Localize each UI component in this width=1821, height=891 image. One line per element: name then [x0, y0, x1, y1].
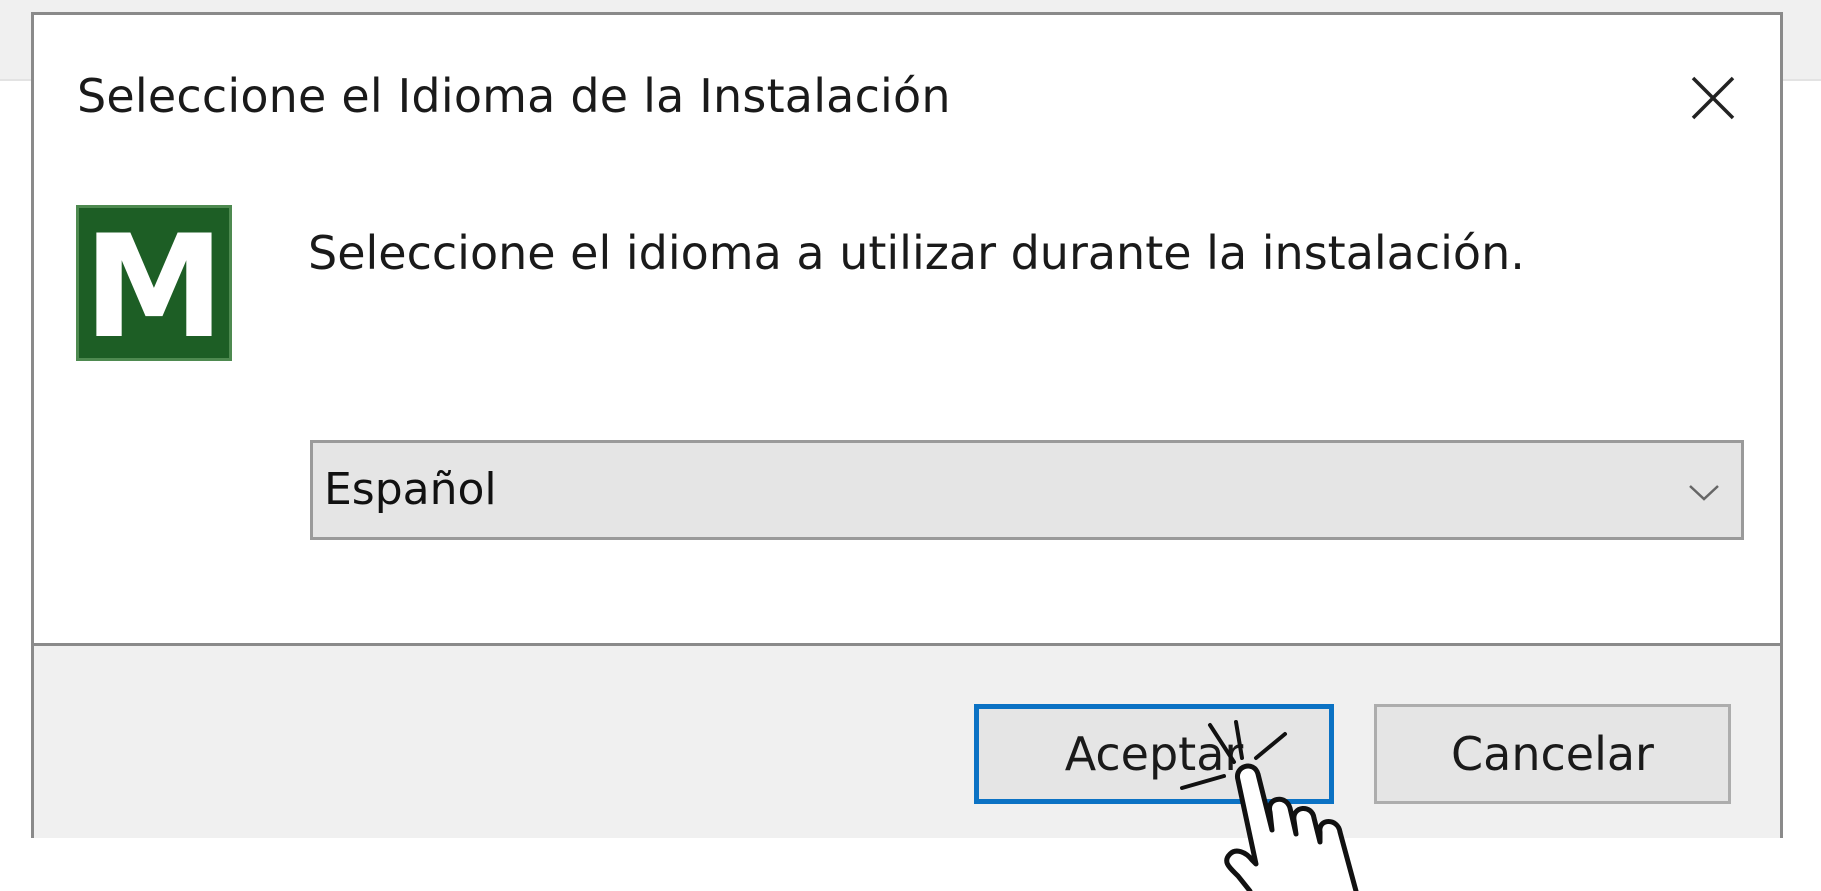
accept-button[interactable]: Aceptar — [974, 704, 1334, 804]
cancel-button[interactable]: Cancelar — [1374, 704, 1731, 804]
close-icon — [1691, 76, 1735, 120]
language-dropdown-value: Español — [324, 464, 497, 515]
app-logo: M — [76, 205, 232, 361]
bottom-margin — [0, 838, 1821, 891]
language-dropdown[interactable]: Español — [310, 440, 1744, 540]
instruction-message: Seleccione el idioma a utilizar durante … — [308, 226, 1525, 280]
close-button[interactable] — [1676, 61, 1750, 135]
language-selection-dialog: Seleccione el Idioma de la Instalación M… — [31, 12, 1783, 838]
logo-letter: M — [83, 208, 224, 358]
dialog-title: Seleccione el Idioma de la Instalación — [77, 69, 951, 123]
accept-button-label: Aceptar — [1064, 727, 1244, 781]
cancel-button-label: Cancelar — [1451, 727, 1654, 781]
chevron-down-icon — [1689, 485, 1719, 501]
dialog-footer: Aceptar Cancelar — [34, 643, 1780, 838]
